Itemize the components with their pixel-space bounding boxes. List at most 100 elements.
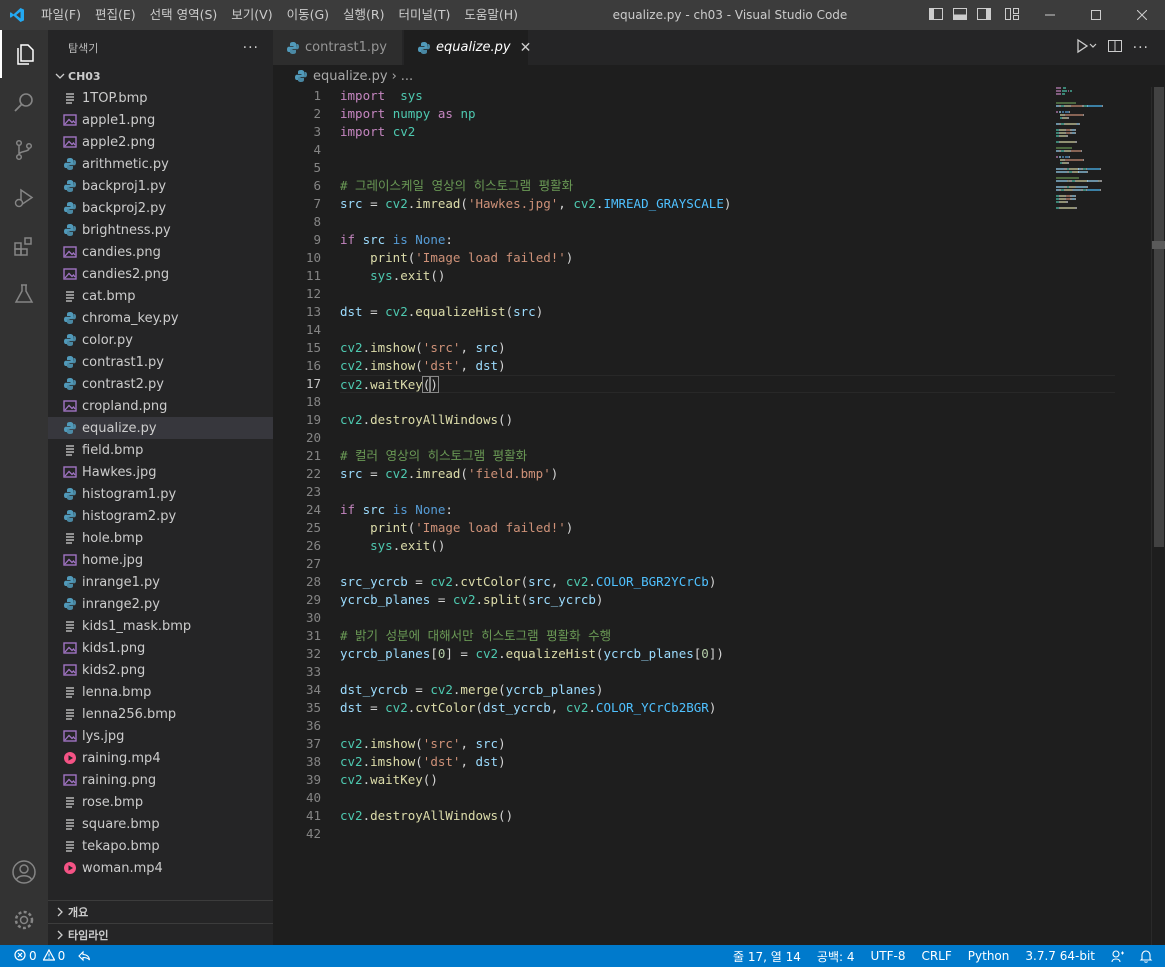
menu-item[interactable]: 보기(V) <box>224 0 279 30</box>
menu-item[interactable]: 도움말(H) <box>457 0 525 30</box>
file-item[interactable]: apple2.png <box>48 131 273 153</box>
menu-item[interactable]: 선택 영역(S) <box>143 0 225 30</box>
tab-contrast1-py[interactable]: contrast1.py <box>273 30 403 65</box>
file-item[interactable]: histogram2.py <box>48 505 273 527</box>
file-item[interactable]: raining.png <box>48 769 273 791</box>
outline-section[interactable]: 개요 <box>48 900 273 922</box>
code-line[interactable]: cv2.imshow('src', src) <box>340 339 1100 357</box>
file-item[interactable]: contrast2.py <box>48 373 273 395</box>
code-line[interactable]: cv2.imshow('src', src) <box>340 735 1100 753</box>
code-line[interactable] <box>340 825 1100 843</box>
file-item[interactable]: lys.jpg <box>48 725 273 747</box>
code-line[interactable]: import cv2 <box>340 123 1100 141</box>
vertical-scrollbar[interactable] <box>1151 87 1165 945</box>
code-line[interactable] <box>340 789 1100 807</box>
code-line[interactable]: cv2.destroyAllWindows() <box>340 411 1100 429</box>
code-line[interactable]: import sys <box>340 87 1100 105</box>
code-line[interactable]: if src is None: <box>340 231 1100 249</box>
code-line[interactable]: # 그레이스케일 영상의 히스토그램 평활화 <box>340 177 1100 195</box>
minimap[interactable] <box>1056 87 1151 209</box>
code-line[interactable]: # 밝기 성분에 대해서만 히스토그램 평활화 수행 <box>340 627 1100 645</box>
code-line[interactable]: cv2.waitKey() <box>340 771 1100 789</box>
code-line[interactable]: sys.exit() <box>340 267 1100 285</box>
problems-status[interactable]: 0 0 <box>0 948 71 964</box>
more-actions-icon[interactable]: ··· <box>243 40 259 56</box>
file-item[interactable]: lenna.bmp <box>48 681 273 703</box>
file-item[interactable]: 1TOP.bmp <box>48 87 273 109</box>
feedback-icon[interactable] <box>1103 949 1133 963</box>
file-item[interactable]: backproj2.py <box>48 197 273 219</box>
menu-item[interactable]: 터미널(T) <box>392 0 458 30</box>
end-of-line[interactable]: CRLF <box>913 949 959 963</box>
file-item[interactable]: kids2.png <box>48 659 273 681</box>
file-item[interactable]: woman.mp4 <box>48 857 273 879</box>
settings-gear-icon[interactable] <box>0 896 48 944</box>
code-line[interactable]: cv2.destroyAllWindows() <box>340 807 1100 825</box>
live-share-icon[interactable] <box>71 950 97 962</box>
code-line[interactable] <box>340 141 1100 159</box>
code-line[interactable] <box>340 429 1100 447</box>
file-item[interactable]: cat.bmp <box>48 285 273 307</box>
run-debug-icon[interactable] <box>0 174 48 222</box>
testing-flask-icon[interactable] <box>0 270 48 318</box>
file-item[interactable]: brightness.py <box>48 219 273 241</box>
run-python-file-icon[interactable] <box>1075 38 1097 58</box>
timeline-section[interactable]: 타임라인 <box>48 923 273 945</box>
file-item[interactable]: home.jpg <box>48 549 273 571</box>
file-item[interactable]: equalize.py <box>48 417 273 439</box>
scrollbar-thumb[interactable] <box>1154 87 1164 547</box>
file-item[interactable]: field.bmp <box>48 439 273 461</box>
code-line[interactable]: import numpy as np <box>340 105 1100 123</box>
code-line[interactable] <box>340 663 1100 681</box>
file-item[interactable]: Hawkes.jpg <box>48 461 273 483</box>
file-item[interactable]: contrast1.py <box>48 351 273 373</box>
menu-item[interactable]: 편집(E) <box>88 0 143 30</box>
code-line[interactable]: src = cv2.imread('field.bmp') <box>340 465 1100 483</box>
file-item[interactable]: chroma_key.py <box>48 307 273 329</box>
file-item[interactable]: lenna256.bmp <box>48 703 273 725</box>
code-line[interactable]: ycrcb_planes = cv2.split(src_ycrcb) <box>340 591 1100 609</box>
code-line[interactable]: sys.exit() <box>340 537 1100 555</box>
code-line[interactable] <box>340 393 1100 411</box>
close-tab-icon[interactable]: ✕ <box>520 40 532 56</box>
file-item[interactable]: apple1.png <box>48 109 273 131</box>
code-line[interactable]: dst = cv2.cvtColor(dst_ycrcb, cv2.COLOR_… <box>340 699 1100 717</box>
file-item[interactable]: raining.mp4 <box>48 747 273 769</box>
code-line[interactable] <box>340 285 1100 303</box>
explorer-icon[interactable] <box>0 30 48 78</box>
code-line[interactable]: print('Image load failed!') <box>340 249 1100 267</box>
code-line[interactable] <box>340 609 1100 627</box>
extensions-icon[interactable] <box>0 222 48 270</box>
code-line[interactable] <box>340 321 1100 339</box>
menu-item[interactable]: 파일(F) <box>34 0 88 30</box>
customize-layout-icon[interactable] <box>1004 6 1020 22</box>
menu-item[interactable]: 이동(G) <box>280 0 336 30</box>
file-item[interactable]: cropland.png <box>48 395 273 417</box>
file-item[interactable]: kids1_mask.bmp <box>48 615 273 637</box>
file-item[interactable]: candies2.png <box>48 263 273 285</box>
file-item[interactable]: color.py <box>48 329 273 351</box>
code-editor[interactable]: 1 2 3 4 5 6 7 8 9 10 11 12 13 14 15 16 17 18 19 20 21 22 23 24 2… <box>273 87 1165 945</box>
split-editor-icon[interactable] <box>1107 38 1123 58</box>
breadcrumb-more[interactable]: ... <box>401 69 413 84</box>
file-item[interactable]: hole.bmp <box>48 527 273 549</box>
file-item[interactable]: arithmetic.py <box>48 153 273 175</box>
toggle-panel-icon[interactable] <box>952 6 968 22</box>
file-item[interactable]: histogram1.py <box>48 483 273 505</box>
file-item[interactable]: kids1.png <box>48 637 273 659</box>
file-item[interactable]: rose.bmp <box>48 791 273 813</box>
code-line[interactable] <box>340 483 1100 501</box>
search-icon[interactable] <box>0 78 48 126</box>
code-line[interactable]: print('Image load failed!') <box>340 519 1100 537</box>
folder-header-ch03[interactable]: CH03 <box>48 65 273 87</box>
file-item[interactable]: inrange1.py <box>48 571 273 593</box>
code-line[interactable] <box>340 717 1100 735</box>
toggle-primary-sidebar-icon[interactable] <box>928 6 944 22</box>
close-window-icon[interactable] <box>1119 0 1165 30</box>
language-mode[interactable]: Python <box>960 949 1018 963</box>
source-control-icon[interactable] <box>0 126 48 174</box>
file-item[interactable]: inrange2.py <box>48 593 273 615</box>
encoding[interactable]: UTF-8 <box>862 949 913 963</box>
file-item[interactable]: candies.png <box>48 241 273 263</box>
accounts-icon[interactable] <box>0 848 48 896</box>
